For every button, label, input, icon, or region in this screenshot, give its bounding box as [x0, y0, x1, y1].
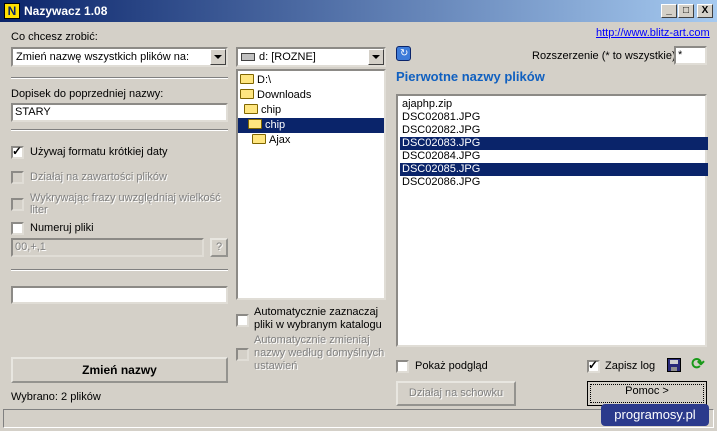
drive-label: d: [ROZNE]: [259, 51, 316, 63]
extension-label: Rozszerzenie (* to wszystkie): [532, 50, 676, 62]
title-bar[interactable]: [0, 0, 717, 22]
rename-button[interactable]: Zmień nazwy: [11, 357, 228, 383]
save-log-label: Zapisz log: [605, 360, 656, 372]
checkmark-icon: ✓: [588, 358, 599, 372]
divider: [11, 269, 228, 271]
file-item-selected[interactable]: DSC02085.JPG: [400, 163, 708, 176]
folder-icon: [240, 74, 254, 85]
tree-item-label: Ajax: [269, 134, 291, 146]
tree-item-label: chip: [261, 104, 282, 116]
file-item[interactable]: DSC02081.JPG: [400, 111, 708, 124]
folder-icon: [252, 134, 266, 145]
app-icon: N: [4, 3, 20, 19]
help-button[interactable]: Pomoc >: [587, 381, 707, 406]
window-title: Nazywacz 1.08: [24, 4, 108, 18]
tree-item[interactable]: Downloads: [240, 88, 311, 103]
auto-rename-label: Automatycznie zmieniaj nazwy według domy…: [254, 334, 385, 372]
help-button-label: Pomoc >: [625, 385, 669, 397]
divider: [11, 77, 228, 79]
preview-checkbox[interactable]: [396, 360, 409, 373]
tree-item-label: Downloads: [257, 89, 312, 101]
preview-label: Pokaż podgląd: [415, 360, 488, 372]
files-heading: Pierwotne nazwy plików: [396, 69, 545, 84]
website-link[interactable]: http://www.blitz-art.com: [596, 27, 710, 40]
content-checkbox[interactable]: [11, 171, 24, 184]
tree-item[interactable]: Ajax: [252, 133, 290, 148]
file-item[interactable]: ajaphp.zip: [400, 98, 708, 111]
watermark-logo: programosy.pl: [601, 404, 709, 426]
number-format-value: 00,+,1: [15, 241, 46, 253]
file-list[interactable]: ajaphp.zip DSC02081.JPG DSC02082.JPG DSC…: [396, 94, 708, 347]
divider: [11, 129, 228, 131]
action-label: Co chcesz zrobić:: [11, 31, 98, 43]
folder-tree[interactable]: D:\ Downloads chip chip Ajax: [236, 69, 386, 300]
checkmark-icon: ✓: [12, 144, 23, 158]
number-help-button[interactable]: ?: [210, 238, 228, 257]
selected-count: Wybrano: 2 plików: [11, 391, 101, 403]
action-dropdown-value: Zmień nazwę wszystkich plików na:: [16, 51, 190, 63]
auto-rename-checkbox[interactable]: [236, 348, 249, 361]
number-files-label: Numeruj pliki: [30, 222, 94, 234]
help-icon: ?: [215, 241, 223, 253]
rename-button-label: Zmień nazwy: [82, 363, 157, 377]
short-date-label: Używaj formatu krótkiej daty: [30, 146, 168, 158]
clipboard-button[interactable]: Działaj na schowku: [396, 381, 516, 406]
close-button[interactable]: X: [697, 4, 713, 18]
tree-item-label: chip: [265, 119, 286, 131]
folder-open-icon: [244, 104, 258, 115]
save-log-checkbox[interactable]: ✓: [587, 358, 600, 373]
tree-item-label: D:\: [257, 74, 272, 86]
maximize-button[interactable]: □: [678, 4, 694, 18]
extension-input[interactable]: *: [674, 46, 707, 65]
case-sensitive-checkbox[interactable]: [11, 198, 24, 211]
number-format-input[interactable]: 00,+,1: [11, 238, 204, 257]
suffix-input-value: STARY: [15, 106, 51, 118]
file-item[interactable]: DSC02086.JPG: [400, 176, 708, 189]
reload-icon[interactable]: ⟳: [690, 357, 706, 373]
drive-dropdown-value: d: [ROZNE]: [241, 51, 316, 64]
clipboard-button-label: Działaj na schowku: [408, 387, 504, 399]
file-item[interactable]: DSC02084.JPG: [400, 150, 708, 163]
tree-item[interactable]: D:\: [240, 73, 271, 88]
file-item[interactable]: DSC02082.JPG: [400, 124, 708, 137]
tree-item-selected[interactable]: chip: [238, 118, 384, 133]
action-dropdown[interactable]: Zmień nazwę wszystkich plików na:: [11, 47, 228, 67]
folder-open-icon: [248, 119, 262, 130]
number-files-checkbox[interactable]: [11, 222, 24, 235]
file-item-selected[interactable]: DSC02083.JPG: [400, 137, 708, 150]
drive-icon: [241, 53, 255, 62]
drive-dropdown[interactable]: d: [ROZNE]: [236, 47, 386, 67]
case-sensitive-label: Wykrywając frazy uwzględniaj wielkość li…: [30, 192, 221, 216]
auto-select-checkbox[interactable]: [236, 314, 249, 327]
suffix-label: Dopisek do poprzedniej nazwy:: [11, 88, 164, 100]
minimize-button[interactable]: _: [661, 4, 677, 18]
extra-input[interactable]: [11, 286, 228, 304]
refresh-icon[interactable]: ↻: [396, 46, 411, 61]
save-icon[interactable]: [667, 358, 681, 372]
auto-select-label: Automatycznie zaznaczaj pliki w wybranym…: [254, 306, 382, 331]
extension-input-value: *: [678, 49, 683, 61]
chevron-down-icon[interactable]: [210, 49, 226, 65]
tree-item[interactable]: chip: [244, 103, 281, 118]
content-label: Działaj na zawartości plików: [30, 171, 167, 183]
chevron-down-icon[interactable]: [368, 49, 384, 65]
folder-open-icon: [240, 89, 254, 100]
suffix-input[interactable]: STARY: [11, 103, 228, 122]
short-date-checkbox[interactable]: ✓: [11, 144, 24, 159]
